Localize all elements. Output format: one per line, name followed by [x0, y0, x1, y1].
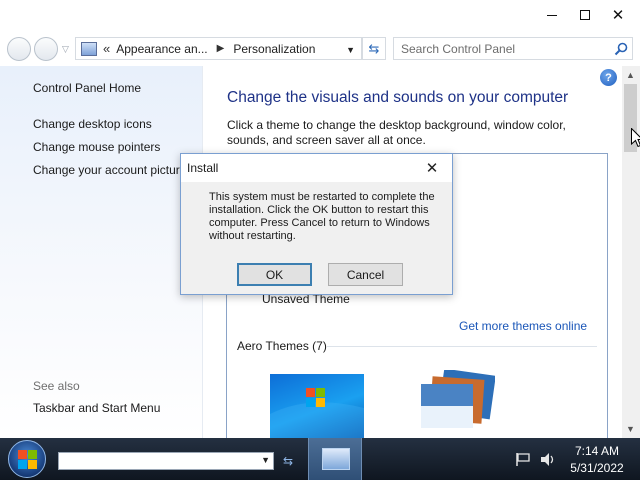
- taskbar-address-toolbar[interactable]: ▼: [58, 452, 274, 470]
- close-icon: ✕: [425, 160, 439, 177]
- clock-time[interactable]: 7:14 AM: [562, 444, 632, 458]
- taskbar: ▼ ⇆ 7:14 AM 5/31/2022: [0, 438, 640, 480]
- get-more-themes-link[interactable]: Get more themes online: [459, 319, 587, 333]
- scroll-up-icon[interactable]: ▲: [626, 70, 635, 80]
- link-change-desktop-icons[interactable]: Change desktop icons: [33, 117, 152, 131]
- maximize-icon: [580, 10, 590, 20]
- cancel-button[interactable]: Cancel: [328, 263, 403, 286]
- chevron-down-icon[interactable]: ▼: [261, 455, 270, 465]
- section-divider: [327, 346, 597, 347]
- breadcrumb-overflow-chevron[interactable]: «: [103, 41, 110, 56]
- taskbar-control-panel-button[interactable]: [308, 438, 362, 480]
- action-center-flag-icon[interactable]: [516, 453, 530, 466]
- breadcrumb-separator-icon[interactable]: ▶: [217, 43, 225, 54]
- recent-pages-dropdown[interactable]: ▽: [62, 44, 69, 55]
- search-input[interactable]: [394, 38, 609, 59]
- address-bar[interactable]: « Appearance an... ▶ Personalization ▼: [75, 37, 362, 60]
- landscapes-theme-thumbnail[interactable]: [413, 370, 495, 438]
- install-dialog: Install ✕ This system must be restarted …: [180, 153, 453, 295]
- navigation-bar: ▽ « Appearance an... ▶ Personalization ▼…: [0, 31, 640, 65]
- breadcrumb-appearance[interactable]: Appearance an...: [116, 42, 207, 56]
- refresh-icon: ⇆: [368, 40, 380, 56]
- page-title: Change the visuals and sounds on your co…: [227, 89, 569, 106]
- link-taskbar-start-menu[interactable]: Taskbar and Start Menu: [33, 401, 160, 415]
- maximize-button[interactable]: [570, 4, 600, 26]
- windows-flag-icon: [18, 450, 37, 469]
- left-task-pane: Control Panel Home Change desktop icons …: [0, 66, 203, 438]
- search-box[interactable]: [393, 37, 633, 60]
- minimize-icon: [547, 14, 557, 16]
- dialog-title: Install: [187, 161, 219, 175]
- back-button[interactable]: [7, 37, 31, 61]
- dialog-title-bar: Install ✕: [181, 154, 452, 182]
- window-title-bar: ✕: [0, 0, 640, 30]
- dialog-close-button[interactable]: ✕: [422, 158, 442, 178]
- windows-logo-icon: [270, 388, 364, 438]
- aero-themes-heading: Aero Themes (7): [237, 339, 327, 353]
- vertical-scrollbar[interactable]: ▲ ▼: [622, 66, 640, 438]
- link-change-account-picture[interactable]: Change your account pictur: [33, 163, 180, 177]
- dialog-message: This system must be restarted to complet…: [209, 191, 435, 242]
- link-control-panel-home[interactable]: Control Panel Home: [33, 81, 141, 95]
- taskbar-go-button[interactable]: ⇆: [278, 451, 298, 471]
- volume-icon[interactable]: [540, 452, 556, 467]
- page-description: Click a theme to change the desktop back…: [227, 118, 566, 147]
- clock-date[interactable]: 5/31/2022: [562, 461, 632, 475]
- close-icon: ✕: [611, 7, 625, 24]
- ok-button[interactable]: OK: [237, 263, 312, 286]
- see-also-heading: See also: [33, 379, 80, 393]
- forward-button[interactable]: [34, 37, 58, 61]
- mouse-cursor-icon: [631, 128, 640, 148]
- breadcrumb-personalization[interactable]: Personalization: [233, 42, 315, 56]
- search-icon[interactable]: [614, 42, 628, 56]
- go-arrows-icon: ⇆: [282, 454, 294, 468]
- start-button[interactable]: [8, 440, 46, 478]
- windows-7-theme-thumbnail[interactable]: [270, 374, 364, 438]
- refresh-button[interactable]: ⇆: [362, 37, 386, 60]
- control-panel-icon: [81, 41, 97, 56]
- link-change-mouse-pointers[interactable]: Change mouse pointers: [33, 140, 160, 154]
- minimize-button[interactable]: [537, 4, 567, 26]
- taskbar-address-input[interactable]: [59, 453, 255, 469]
- scroll-down-icon[interactable]: ▼: [626, 424, 635, 434]
- help-icon[interactable]: ?: [600, 69, 617, 86]
- close-window-button[interactable]: ✕: [603, 4, 633, 26]
- address-dropdown-icon[interactable]: ▼: [346, 45, 355, 55]
- control-panel-icon: [322, 448, 350, 470]
